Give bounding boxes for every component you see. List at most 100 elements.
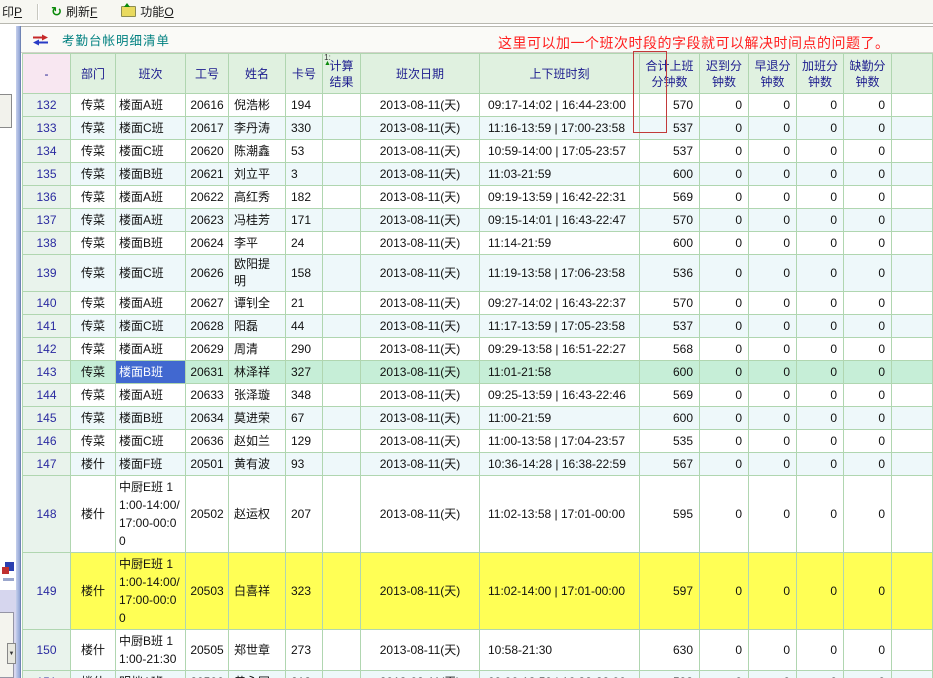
cell-times[interactable]: 11:14-21:59 [480, 232, 640, 255]
cell-total[interactable]: 595 [640, 476, 700, 553]
cell-emp_id[interactable]: 20623 [186, 209, 229, 232]
cell-early[interactable]: 0 [749, 315, 797, 338]
cell-total[interactable]: 600 [640, 361, 700, 384]
cell-date[interactable]: 2013-08-11(天) [361, 163, 480, 186]
cell-card[interactable]: 213 [286, 671, 323, 678]
cell-absent[interactable]: 0 [844, 163, 892, 186]
cell-result[interactable] [323, 671, 361, 678]
function-button[interactable]: 功能O [116, 1, 178, 22]
cell-emp_id[interactable]: 20622 [186, 186, 229, 209]
cell-name[interactable]: 莫进荣 [229, 407, 286, 430]
cell-shift[interactable]: 楼面A班 [116, 338, 186, 361]
cell-times[interactable]: 11:16-13:59 | 17:00-23:58 [480, 117, 640, 140]
header-overtime-minutes[interactable]: 加班分钟数 [797, 54, 844, 94]
cell-result[interactable] [323, 186, 361, 209]
header-calc-result[interactable]: 1:▲ 计算结果 [323, 54, 361, 94]
cell-card[interactable]: 53 [286, 140, 323, 163]
cell-emp_id[interactable]: 20627 [186, 292, 229, 315]
cell-no[interactable]: 151 [23, 671, 71, 678]
cell-absent[interactable]: 0 [844, 361, 892, 384]
cell-shift[interactable]: 楼面B班 [116, 407, 186, 430]
cell-dept[interactable]: 传菜 [71, 338, 116, 361]
cell-card[interactable]: 327 [286, 361, 323, 384]
cell-late[interactable]: 0 [700, 453, 749, 476]
cell-total[interactable]: 537 [640, 140, 700, 163]
cell-date[interactable]: 2013-08-11(天) [361, 209, 480, 232]
cell-times[interactable]: 09:17-14:02 | 16:44-23:00 [480, 94, 640, 117]
cell-shift[interactable]: 中厨E班 11:00-14:00/17:00-00:00 [116, 553, 186, 630]
header-card-number[interactable]: 卡号 [286, 54, 323, 94]
cell-card[interactable]: 290 [286, 338, 323, 361]
cell-name[interactable]: 高红秀 [229, 186, 286, 209]
cell-date[interactable]: 2013-08-11(天) [361, 630, 480, 671]
cell-card[interactable]: 67 [286, 407, 323, 430]
cell-dept[interactable]: 传菜 [71, 140, 116, 163]
cell-card[interactable]: 207 [286, 476, 323, 553]
cell-dept[interactable]: 传菜 [71, 292, 116, 315]
cell-date[interactable]: 2013-08-11(天) [361, 140, 480, 163]
cell-result[interactable] [323, 315, 361, 338]
cell-name[interactable]: 陈潮鑫 [229, 140, 286, 163]
cell-late[interactable]: 0 [700, 255, 749, 292]
cell-early[interactable]: 0 [749, 476, 797, 553]
cell-date[interactable]: 2013-08-11(天) [361, 186, 480, 209]
cell-no[interactable]: 135 [23, 163, 71, 186]
cell-absent[interactable]: 0 [844, 232, 892, 255]
cell-times[interactable]: 09:27-14:02 | 16:43-22:37 [480, 292, 640, 315]
cell-dept[interactable]: 传菜 [71, 94, 116, 117]
header-department[interactable]: 部门 [71, 54, 116, 94]
cell-times[interactable]: 11:03-21:59 [480, 163, 640, 186]
cell-emp_id[interactable]: 20617 [186, 117, 229, 140]
cell-card[interactable]: 93 [286, 453, 323, 476]
cell-dept[interactable]: 传菜 [71, 209, 116, 232]
cell-late[interactable]: 0 [700, 292, 749, 315]
cell-no[interactable]: 142 [23, 338, 71, 361]
cell-ot[interactable]: 0 [797, 453, 844, 476]
cell-early[interactable]: 0 [749, 453, 797, 476]
cell-dept[interactable]: 传菜 [71, 255, 116, 292]
cell-no[interactable]: 148 [23, 476, 71, 553]
cell-early[interactable]: 0 [749, 361, 797, 384]
cell-dept[interactable]: 传菜 [71, 384, 116, 407]
cell-no[interactable]: 134 [23, 140, 71, 163]
cell-ot[interactable]: 0 [797, 630, 844, 671]
cell-times[interactable]: 10:58-21:30 [480, 630, 640, 671]
cell-late[interactable]: 0 [700, 315, 749, 338]
cell-no[interactable]: 141 [23, 315, 71, 338]
cell-absent[interactable]: 0 [844, 476, 892, 553]
cell-result[interactable] [323, 163, 361, 186]
cell-shift[interactable]: 楼面A班 [116, 209, 186, 232]
cell-result[interactable] [323, 453, 361, 476]
cell-ot[interactable]: 0 [797, 384, 844, 407]
cell-absent[interactable]: 0 [844, 453, 892, 476]
cell-absent[interactable]: 0 [844, 384, 892, 407]
cell-no[interactable]: 143 [23, 361, 71, 384]
cell-early[interactable]: 0 [749, 338, 797, 361]
cell-times[interactable]: 11:00-21:59 [480, 407, 640, 430]
cell-no[interactable]: 138 [23, 232, 71, 255]
header-employee-id[interactable]: 工号 [186, 54, 229, 94]
cell-total[interactable]: 600 [640, 407, 700, 430]
cell-times[interactable]: 11:17-13:59 | 17:05-23:58 [480, 315, 640, 338]
cell-ot[interactable]: 0 [797, 338, 844, 361]
cell-ot[interactable]: 0 [797, 232, 844, 255]
cell-result[interactable] [323, 384, 361, 407]
cell-date[interactable]: 2013-08-11(天) [361, 94, 480, 117]
header-shift-date[interactable]: 班次日期 [361, 54, 480, 94]
cell-date[interactable]: 2013-08-11(天) [361, 117, 480, 140]
cell-times[interactable]: 11:19-13:58 | 17:06-23:58 [480, 255, 640, 292]
cell-late[interactable]: 0 [700, 186, 749, 209]
cell-early[interactable]: 0 [749, 630, 797, 671]
cell-card[interactable]: 21 [286, 292, 323, 315]
cell-name[interactable]: 欧阳提明 [229, 255, 286, 292]
cell-card[interactable]: 182 [286, 186, 323, 209]
cell-emp_id[interactable]: 20634 [186, 407, 229, 430]
cell-late[interactable]: 0 [700, 407, 749, 430]
cell-late[interactable]: 0 [700, 671, 749, 678]
cell-times[interactable]: 11:01-21:58 [480, 361, 640, 384]
cell-absent[interactable]: 0 [844, 209, 892, 232]
cell-emp_id[interactable]: 20616 [186, 94, 229, 117]
cell-dept[interactable]: 楼什 [71, 476, 116, 553]
cell-ot[interactable]: 0 [797, 140, 844, 163]
cell-result[interactable] [323, 338, 361, 361]
